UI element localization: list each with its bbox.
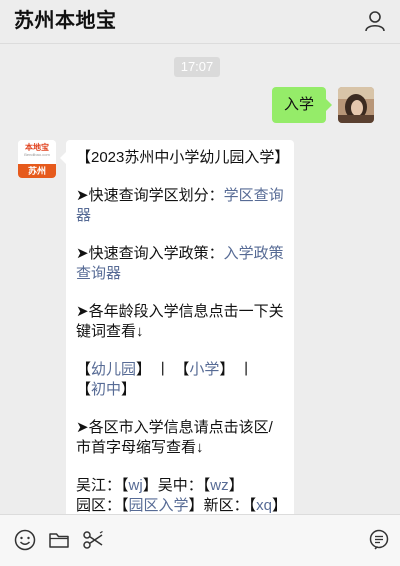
bendibao-logo: 本地宝 Bendibao.com (18, 140, 56, 164)
middle-school-link[interactable]: 初中 (91, 381, 121, 398)
person-icon[interactable] (364, 10, 386, 32)
policy-line: ➤快速查询入学政策：入学政策查询器 (76, 245, 284, 282)
school-district-line: ➤快速查询学区划分：学区查询器 (76, 187, 284, 224)
bottom-toolbar (0, 514, 400, 566)
message-title: 【2023苏州中小学幼儿园入学】 (76, 149, 290, 166)
chat-area[interactable]: 17:07 入学 本地宝 Bendibao.com 苏州 【2023苏州中小学幼… (0, 44, 400, 514)
user-avatar[interactable] (338, 87, 374, 123)
scissors-icon[interactable] (82, 529, 104, 551)
kindergarten-link[interactable]: 幼儿园 (91, 361, 136, 378)
city-label: 苏州 (18, 164, 56, 178)
age-info-line: ➤各年龄段入学信息点击一下关键词查看↓ (76, 303, 284, 340)
folder-icon[interactable] (48, 529, 70, 551)
page-title: 苏州本地宝 (14, 10, 117, 32)
header: 苏州本地宝 (0, 0, 400, 44)
park-district-link[interactable]: 园区入学 (129, 497, 189, 514)
stage-links: 【幼儿园】 丨 【小学】 丨 【初中】 (76, 361, 254, 398)
incoming-message: 【2023苏州中小学幼儿园入学】 ➤快速查询学区划分：学区查询器 ➤快速查询入学… (60, 140, 294, 514)
timestamp: 17:07 (174, 57, 220, 77)
district-row: 吴江：【wj】吴中：【wz】 (76, 477, 244, 494)
primary-school-link[interactable]: 小学 (189, 361, 219, 378)
wujiang-link[interactable]: wj (129, 477, 143, 494)
district-info-line: ➤各区市入学信息请点击该区/市首字母缩写查看↓ (76, 419, 273, 456)
outgoing-message[interactable]: 入学 (271, 87, 333, 123)
menu-icon[interactable] (368, 529, 390, 551)
emoji-icon[interactable] (14, 529, 36, 551)
new-district-link[interactable]: xq (256, 497, 272, 514)
district-row: 园区：【园区入学】新区：【xq】 (76, 497, 287, 514)
wuzhong-link[interactable]: wz (210, 477, 228, 494)
bot-avatar[interactable]: 本地宝 Bendibao.com 苏州 (18, 140, 56, 178)
